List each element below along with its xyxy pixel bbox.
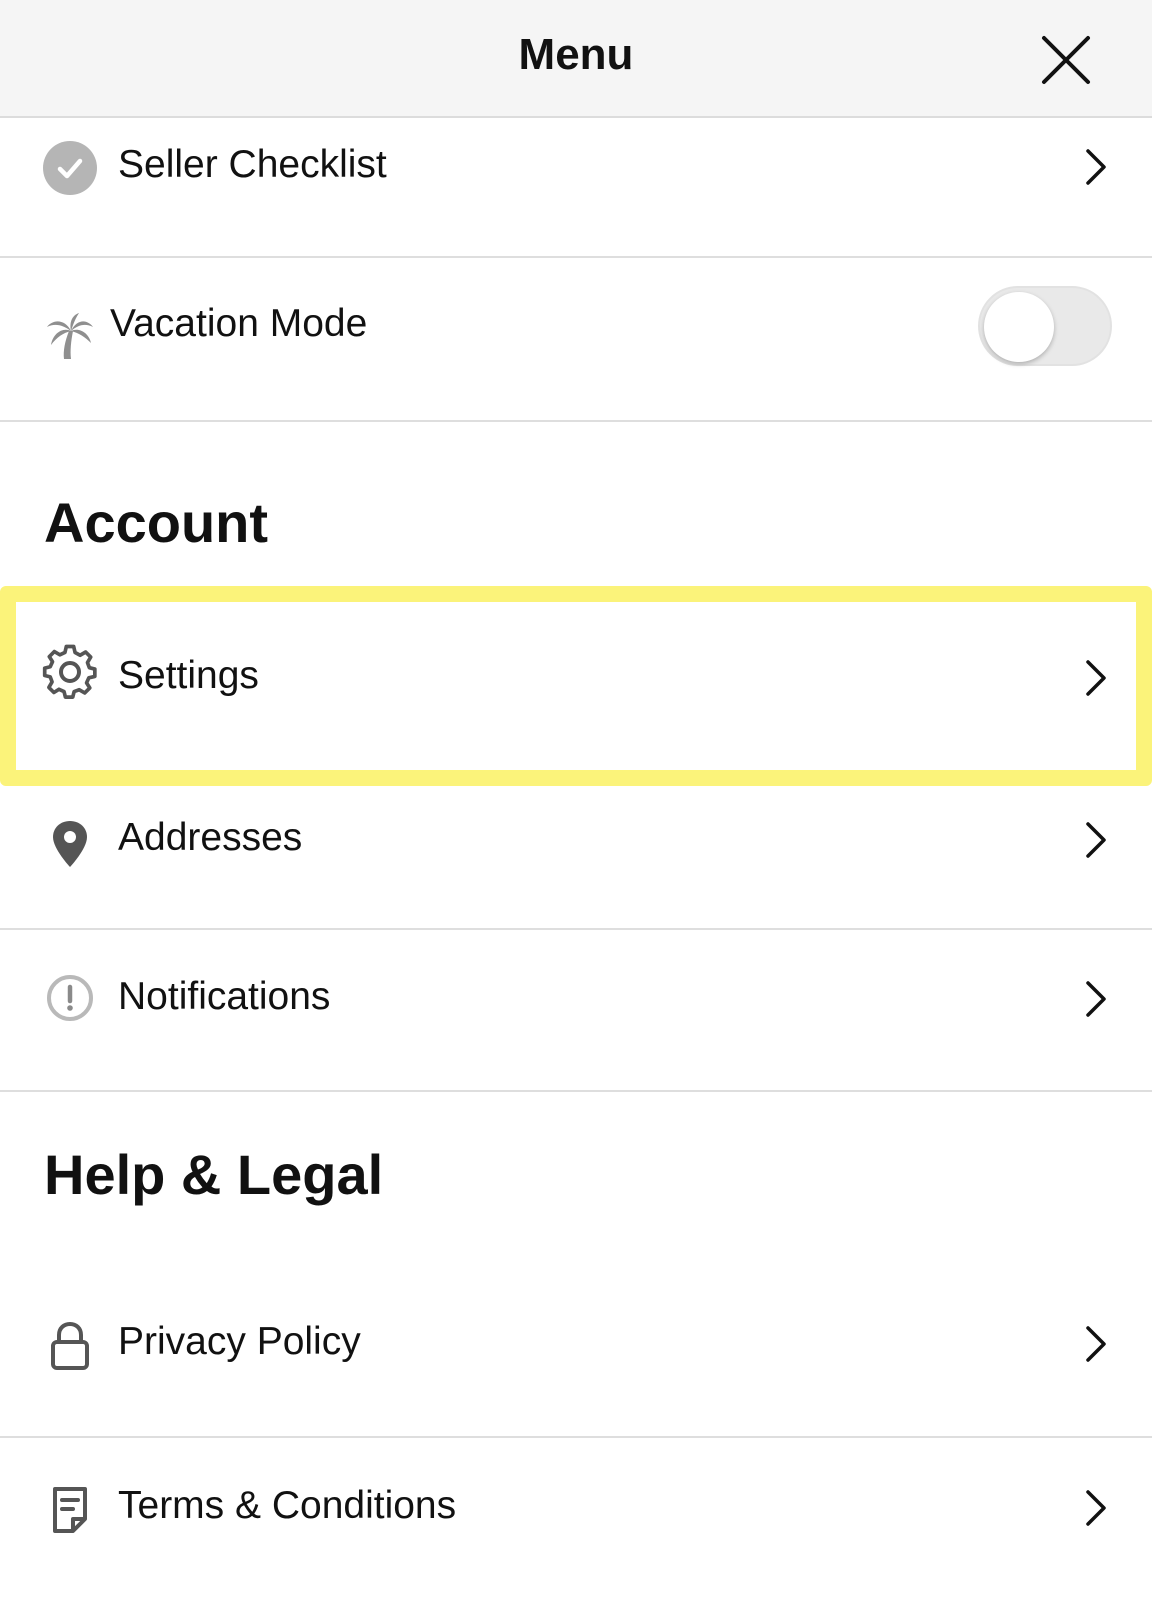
- palm-tree-icon: [40, 306, 100, 366]
- menu-item-privacy-policy[interactable]: Privacy Policy: [0, 1276, 1152, 1438]
- alert-circle-icon: [40, 968, 100, 1028]
- menu-item-label: Settings: [118, 654, 259, 697]
- menu-item-label: Terms & Conditions: [118, 1484, 457, 1527]
- page-title: Menu: [518, 30, 634, 79]
- menu-item-seller-checklist[interactable]: Seller Checklist: [0, 120, 1152, 258]
- chevron-right-icon: [1086, 822, 1106, 858]
- lock-icon: [40, 1316, 100, 1376]
- check-circle-icon: [40, 138, 100, 198]
- chevron-right-icon: [1086, 1490, 1106, 1526]
- menu-item-label: Privacy Policy: [118, 1320, 361, 1363]
- chevron-right-icon: [1086, 149, 1106, 185]
- menu-item-label: Notifications: [118, 975, 331, 1018]
- close-button[interactable]: [1040, 34, 1092, 86]
- menu-item-label: Seller Checklist: [118, 143, 387, 186]
- menu-item-addresses[interactable]: Addresses: [0, 770, 1152, 930]
- close-icon: [1042, 36, 1090, 84]
- menu-item-notifications[interactable]: Notifications: [0, 930, 1152, 1092]
- menu-header: Menu: [0, 0, 1152, 118]
- menu-item-settings[interactable]: Settings: [0, 602, 1152, 770]
- document-icon: [40, 1480, 100, 1540]
- section-title-help-legal: Help & Legal: [44, 1143, 384, 1206]
- vacation-mode-toggle[interactable]: [978, 286, 1112, 366]
- map-pin-icon: [40, 814, 100, 874]
- menu-item-terms-conditions[interactable]: Terms & Conditions: [0, 1438, 1152, 1600]
- menu-item-vacation-mode: Vacation Mode: [0, 258, 1152, 422]
- toggle-knob: [984, 292, 1054, 362]
- gear-icon: [40, 642, 100, 702]
- menu-item-label: Addresses: [118, 816, 303, 859]
- section-title-account: Account: [44, 491, 268, 554]
- chevron-right-icon: [1086, 660, 1106, 696]
- chevron-right-icon: [1086, 1326, 1106, 1362]
- chevron-right-icon: [1086, 981, 1106, 1017]
- menu-item-label: Vacation Mode: [110, 302, 368, 345]
